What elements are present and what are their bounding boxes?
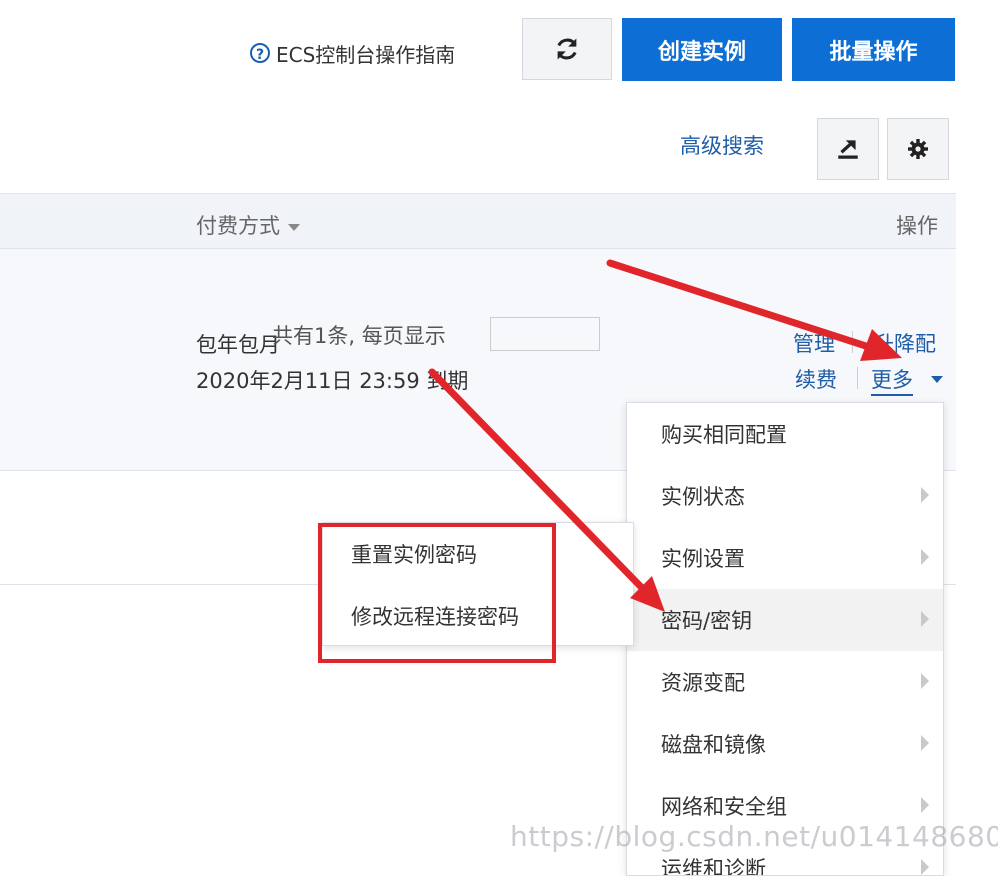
watermark: https://blog.csdn.net/u014148680 <box>510 820 998 853</box>
arrow-to-more-icon <box>606 259 902 361</box>
annotation-arrows <box>428 259 902 612</box>
arrow-to-password-icon <box>428 368 665 612</box>
